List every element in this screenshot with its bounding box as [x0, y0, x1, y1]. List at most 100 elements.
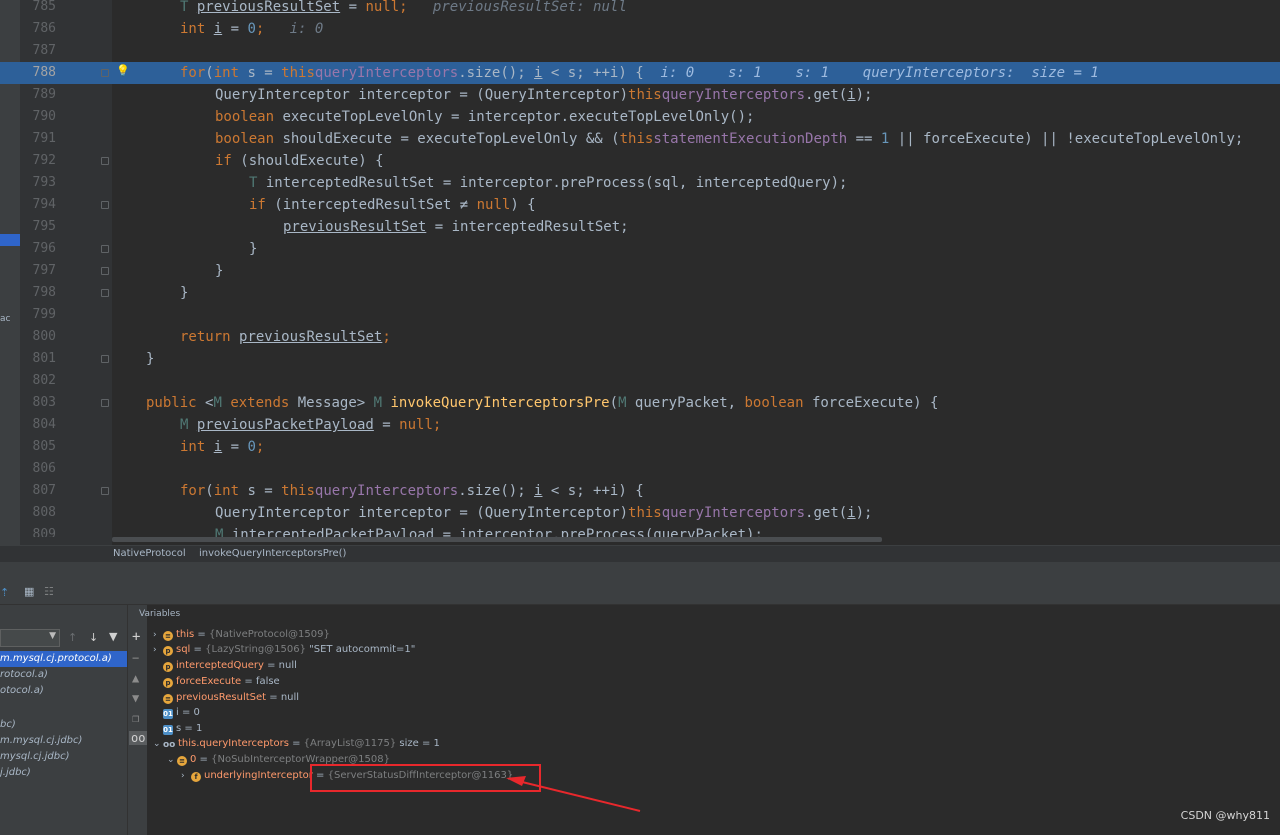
line-number: 789 [32, 87, 56, 102]
thread-selector[interactable]: ▼ [0, 629, 60, 647]
code-line-799[interactable]: 799 [0, 304, 1280, 326]
filter-icon[interactable]: ▼ [109, 630, 117, 643]
line-number: 792 [32, 153, 56, 168]
inline-debug-value: previousResultSet: null [432, 0, 627, 15]
code-line-801[interactable]: 801 } [0, 348, 1280, 370]
code-line-788-current[interactable]: 788 for(int s = thisqueryInterceptors.si… [0, 62, 1280, 84]
frame-row[interactable] [0, 699, 127, 715]
fold-marker[interactable] [101, 69, 109, 77]
code-line-798[interactable]: 798 } [0, 282, 1280, 304]
code-line-785[interactable]: 785 T previousResultSet = null; previous… [0, 0, 1280, 18]
variable-row-s[interactable]: 01 s = 1 [163, 721, 202, 736]
variable-row-forceExecute[interactable]: p forceExecute = false [163, 674, 280, 689]
code-line-802[interactable]: 802 [0, 370, 1280, 392]
annotation-arrow [506, 776, 641, 812]
code-line-809[interactable]: 809 M interceptedPacketPayload = interce… [0, 524, 1280, 537]
variable-row-sql[interactable]: › p sql = {LazyString@1506} "SET autocommi… [153, 642, 415, 657]
copy-icon[interactable]: ❐ [132, 711, 139, 725]
code-line-800[interactable]: 800 return previousResultSet; [0, 326, 1280, 348]
code-line-795[interactable]: 795 previousResultSet = interceptedResul… [0, 216, 1280, 238]
chevron-right-icon[interactable]: › [153, 643, 163, 658]
code-line-791[interactable]: 791 boolean shouldExecute = executeTopLe… [0, 128, 1280, 150]
variable-row-interceptedQuery[interactable]: p interceptedQuery = null [163, 658, 297, 673]
line-number: 807 [32, 483, 56, 498]
frame-row[interactable]: m.mysql.cj.protocol.a) [0, 651, 127, 667]
horizontal-scrollbar[interactable] [112, 537, 882, 542]
watches-glasses-icon[interactable]: oo [129, 731, 148, 745]
object-icon: ≡ [177, 756, 187, 766]
fold-marker[interactable] [101, 355, 109, 363]
code-text: M previousPacketPayload = null; [180, 417, 442, 433]
breadcrumb-class[interactable]: NativeProtocol [113, 548, 186, 559]
code-line-807[interactable]: 807 for(int s = thisqueryInterceptors.si… [0, 480, 1280, 502]
frames-panel: ▼ ↑ ↓ ▼ m.mysql.cj.protocol.a) rotocol.a… [0, 605, 127, 835]
line-number: 804 [32, 417, 56, 432]
code-text: boolean shouldExecute = executeTopLevelO… [215, 131, 1244, 147]
frame-row[interactable]: rotocol.a) [0, 667, 127, 683]
code-text: } [249, 241, 258, 257]
add-watch-icon[interactable]: + [132, 629, 140, 645]
code-line-803[interactable]: 803 public <M extends Message> M invokeQ… [0, 392, 1280, 414]
line-number: 795 [32, 219, 56, 234]
code-line-786[interactable]: 786 int i = 0; i: 0 [0, 18, 1280, 40]
code-text: T previousResultSet = null; previousResu… [180, 0, 627, 15]
line-number: 808 [32, 505, 56, 520]
code-line-797[interactable]: 797 } [0, 260, 1280, 282]
lightbulb-icon[interactable]: 💡 [116, 64, 130, 77]
move-up-icon[interactable]: ▲ [132, 671, 139, 685]
code-text: public <M extends Message> M invokeQuery… [146, 395, 939, 411]
fold-marker[interactable] [101, 157, 109, 165]
fold-marker[interactable] [101, 245, 109, 253]
code-text: if (interceptedResultSet ≠ null) { [249, 197, 536, 213]
code-line-789[interactable]: 789 QueryInterceptor interceptor = (Quer… [0, 84, 1280, 106]
code-line-792[interactable]: 792 if (shouldExecute) { [0, 150, 1280, 172]
remove-icon[interactable]: − [132, 651, 139, 665]
fold-marker[interactable] [101, 201, 109, 209]
chevron-down-icon[interactable]: ⌄ [153, 737, 163, 752]
code-line-806[interactable]: 806 [0, 458, 1280, 480]
code-line-808[interactable]: 808 QueryInterceptor interceptor = (Quer… [0, 502, 1280, 524]
breadcrumb-method[interactable]: invokeQueryInterceptorsPre() [199, 548, 346, 559]
code-line-796[interactable]: 796 } [0, 238, 1280, 260]
line-number: 785 [32, 0, 56, 14]
watch-glasses-icon: oo [163, 740, 176, 750]
fold-marker[interactable] [101, 267, 109, 275]
chevron-right-icon[interactable]: › [153, 628, 163, 643]
code-line-787[interactable]: 787 [0, 40, 1280, 62]
step-icon[interactable]: ⇡ [0, 586, 9, 599]
variable-row-previousResultSet[interactable]: ≡ previousResultSet = null [163, 690, 299, 705]
parameter-icon: p [163, 662, 173, 672]
move-down-icon[interactable]: ▼ [132, 691, 139, 705]
line-number: 787 [32, 43, 56, 58]
code-line-793[interactable]: 793 T interceptedResultSet = interceptor… [0, 172, 1280, 194]
chevron-right-icon[interactable]: › [181, 769, 191, 784]
table-view-icon[interactable]: ▦ [24, 585, 34, 598]
line-number: 798 [32, 285, 56, 300]
line-number: 790 [32, 109, 56, 124]
line-number: 801 [32, 351, 56, 366]
fold-marker[interactable] [101, 487, 109, 495]
arrow-up-icon[interactable]: ↑ [68, 631, 77, 644]
line-number: 793 [32, 175, 56, 190]
primitive-icon: 01 [163, 725, 173, 735]
frame-row[interactable]: otocol.a) [0, 683, 127, 699]
fold-marker[interactable] [101, 289, 109, 297]
frame-row[interactable]: m.mysql.cj.jdbc) [0, 733, 127, 749]
variable-row-queryInterceptors[interactable]: ⌄ oo this.queryInterceptors = {ArrayList@1… [153, 736, 440, 751]
arrow-down-icon[interactable]: ↓ [89, 631, 98, 644]
code-line-805[interactable]: 805 int i = 0; [0, 436, 1280, 458]
code-line-794[interactable]: 794 if (interceptedResultSet ≠ null) { [0, 194, 1280, 216]
frame-row[interactable]: mysql.cj.jdbc) [0, 749, 127, 765]
code-line-804[interactable]: 804 M previousPacketPayload = null; [0, 414, 1280, 436]
code-text: if (shouldExecute) { [215, 153, 384, 169]
chevron-down-icon[interactable]: ⌄ [167, 753, 177, 768]
list-view-icon[interactable]: ☷ [44, 585, 54, 598]
code-line-790[interactable]: 790 boolean executeTopLevelOnly = interc… [0, 106, 1280, 128]
variable-row-this[interactable]: › ≡ this = {NativeProtocol@1509} [153, 627, 330, 642]
variable-row-i[interactable]: 01 i = 0 [163, 705, 200, 720]
fold-marker[interactable] [101, 399, 109, 407]
frame-row[interactable]: j.jdbc) [0, 765, 127, 781]
line-number: 796 [32, 241, 56, 256]
frame-row[interactable]: bc) [0, 717, 127, 733]
code-text: for(int s = thisqueryInterceptors.size()… [180, 65, 1099, 81]
